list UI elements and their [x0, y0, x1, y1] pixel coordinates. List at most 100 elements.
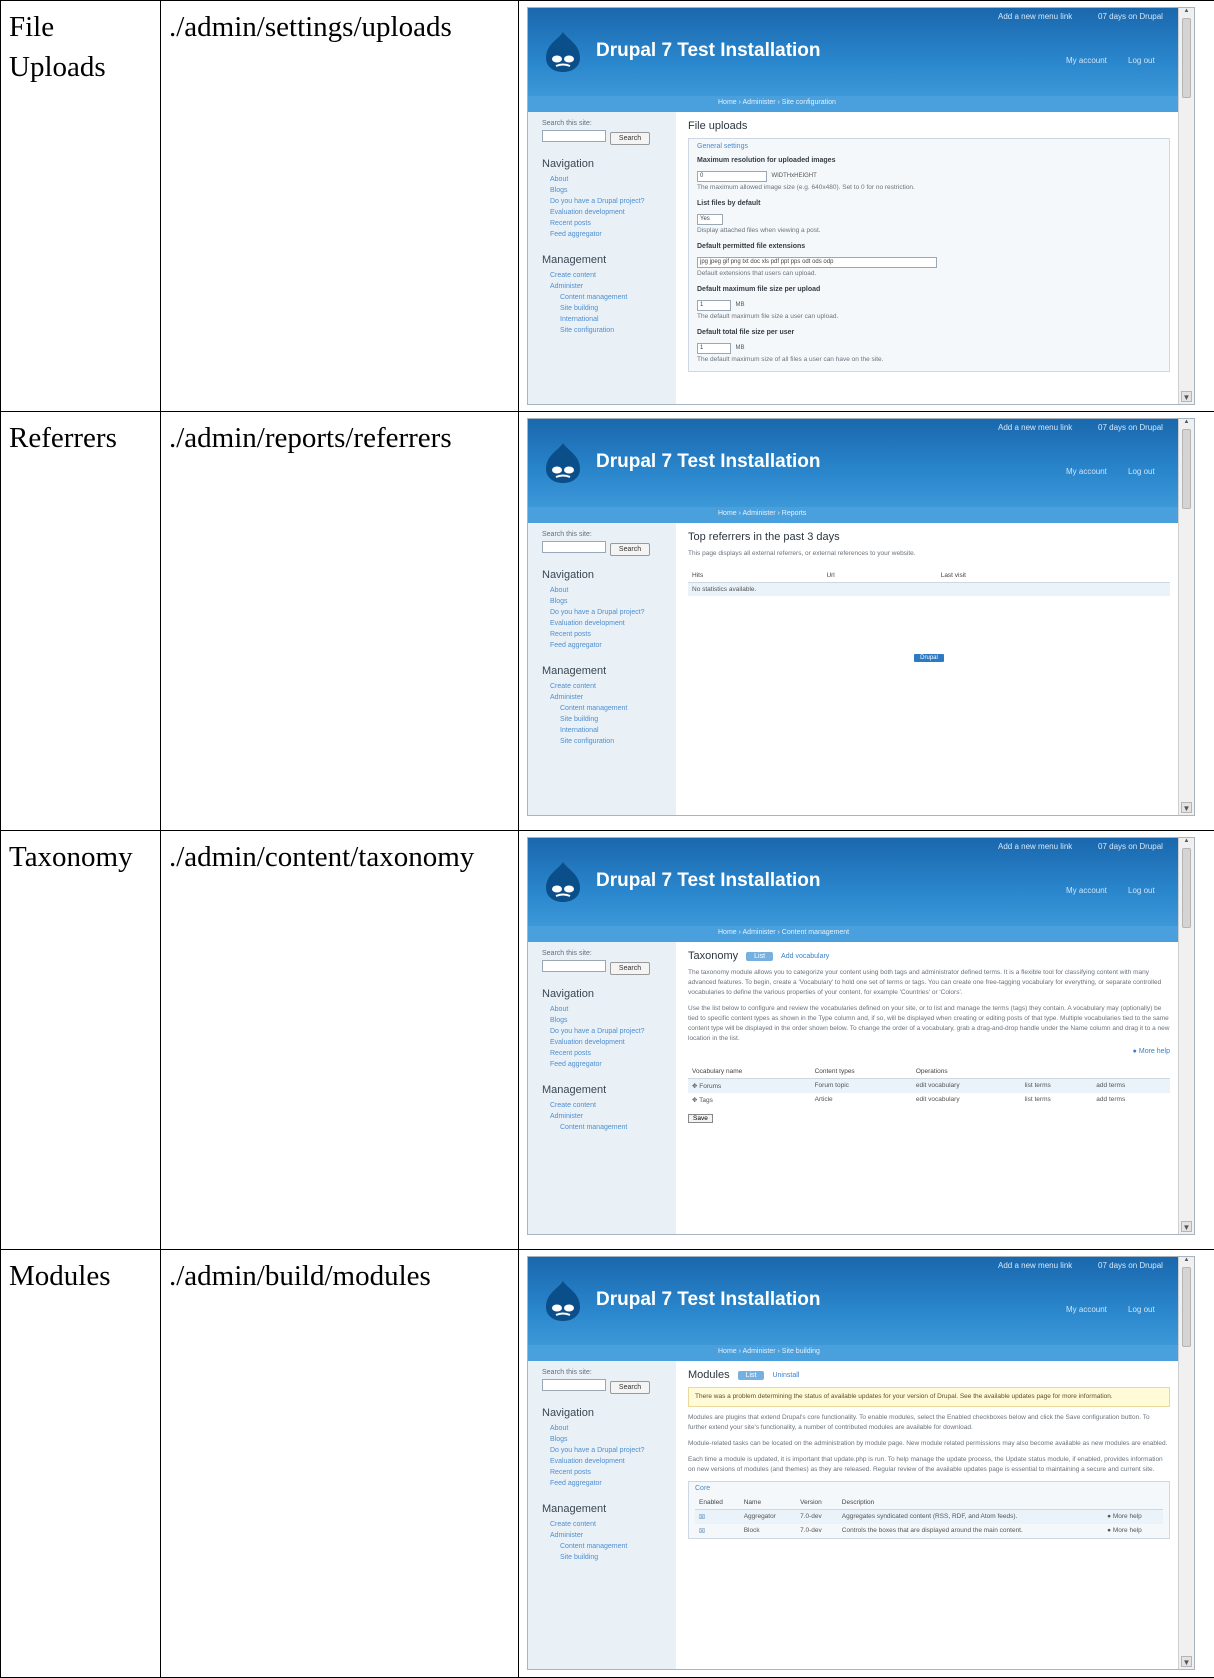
edit-vocabulary-link[interactable]: edit vocabulary [912, 1079, 1021, 1094]
tab-list[interactable]: List [746, 952, 773, 961]
my-account-link[interactable]: My account [1066, 467, 1107, 476]
enabled-checkbox[interactable]: ☒ [699, 1514, 705, 1521]
mgmt-item[interactable]: Site building [542, 1552, 676, 1563]
mgmt-item[interactable]: Content management [542, 1541, 676, 1552]
list-files-select[interactable]: Yes [697, 214, 723, 225]
nav-item[interactable]: Recent posts [542, 1467, 676, 1478]
scroll-thumb[interactable] [1182, 848, 1191, 928]
fieldset-legend[interactable]: General settings [697, 143, 1161, 150]
max-size-input[interactable]: 1 [697, 300, 731, 311]
nav-item[interactable]: Feed aggregator [542, 1059, 676, 1070]
header-link[interactable]: Add a new menu link [998, 423, 1072, 432]
fieldset-legend[interactable]: Core [695, 1485, 1163, 1492]
log-out-link[interactable]: Log out [1128, 56, 1155, 65]
total-size-input[interactable]: 1 [697, 343, 731, 354]
nav-item[interactable]: Blogs [542, 185, 676, 196]
site-name[interactable]: Drupal 7 Test Installation [596, 870, 821, 892]
header-link[interactable]: Add a new menu link [998, 12, 1072, 21]
scroll-thumb[interactable] [1182, 18, 1191, 98]
nav-item[interactable]: Do you have a Drupal project? [542, 607, 676, 618]
scroll-down-icon[interactable]: ▼ [1181, 1656, 1192, 1667]
scroll-down-icon[interactable]: ▼ [1181, 1221, 1192, 1232]
drupal-badge[interactable]: Drupal [914, 654, 944, 662]
my-account-link[interactable]: My account [1066, 886, 1107, 895]
nav-item[interactable]: Feed aggregator [542, 640, 676, 651]
search-button[interactable]: Search [610, 132, 650, 145]
column-header[interactable]: Last visit [937, 569, 1170, 583]
scroll-down-icon[interactable]: ▼ [1181, 802, 1192, 813]
drag-handle-icon[interactable]: ✥ [692, 1097, 697, 1104]
nav-item[interactable]: Do you have a Drupal project? [542, 1445, 676, 1456]
nav-item[interactable]: Do you have a Drupal project? [542, 1026, 676, 1037]
nav-item[interactable]: About [542, 1423, 676, 1434]
scroll-thumb[interactable] [1182, 1267, 1191, 1347]
list-terms-link[interactable]: list terms [1021, 1079, 1093, 1094]
search-input[interactable] [542, 960, 606, 972]
mgmt-item[interactable]: Content management [542, 292, 676, 303]
scroll-down-icon[interactable]: ▼ [1181, 391, 1192, 402]
breadcrumb[interactable]: Home › Administer › Site configuration [528, 96, 1180, 112]
mgmt-item[interactable]: Content management [542, 703, 676, 714]
mgmt-item[interactable]: Site building [542, 303, 676, 314]
column-header[interactable]: Hits [688, 569, 822, 583]
scrollbar[interactable]: ▲▼ [1178, 419, 1194, 815]
nav-item[interactable]: Recent posts [542, 218, 676, 229]
mgmt-item[interactable]: Create content [542, 270, 676, 281]
scroll-thumb[interactable] [1182, 429, 1191, 509]
nav-item[interactable]: About [542, 174, 676, 185]
log-out-link[interactable]: Log out [1128, 1305, 1155, 1314]
drag-handle-icon[interactable]: ✥ [692, 1083, 697, 1090]
list-terms-link[interactable]: list terms [1021, 1093, 1093, 1107]
search-input[interactable] [542, 1379, 606, 1391]
site-name[interactable]: Drupal 7 Test Installation [596, 451, 821, 473]
nav-item[interactable]: Evaluation development [542, 207, 676, 218]
resolution-input[interactable]: 0 [697, 171, 767, 182]
header-link[interactable]: 07 days on Drupal [1098, 842, 1163, 851]
scrollbar[interactable]: ▲▼ [1178, 1257, 1194, 1669]
nav-item[interactable]: Evaluation development [542, 618, 676, 629]
header-link[interactable]: Add a new menu link [998, 1261, 1072, 1270]
mgmt-item[interactable]: International [542, 314, 676, 325]
nav-item[interactable]: Recent posts [542, 629, 676, 640]
site-name[interactable]: Drupal 7 Test Installation [596, 40, 821, 62]
tab-add-vocabulary[interactable]: Add vocabulary [781, 953, 829, 960]
breadcrumb[interactable]: Home › Administer › Content management [528, 926, 1180, 942]
mgmt-item[interactable]: Administer [542, 1530, 676, 1541]
search-button[interactable]: Search [610, 962, 650, 975]
mgmt-item[interactable]: Administer [542, 281, 676, 292]
nav-item[interactable]: Evaluation development [542, 1037, 676, 1048]
scroll-up-icon[interactable]: ▲ [1181, 419, 1192, 425]
header-link[interactable]: 07 days on Drupal [1098, 1261, 1163, 1270]
mgmt-item[interactable]: Site configuration [542, 325, 676, 336]
nav-item[interactable]: Blogs [542, 1015, 676, 1026]
tab-uninstall[interactable]: Uninstall [772, 1372, 799, 1379]
nav-item[interactable]: Do you have a Drupal project? [542, 196, 676, 207]
mgmt-item[interactable]: Administer [542, 1111, 676, 1122]
mgmt-item[interactable]: Administer [542, 692, 676, 703]
mgmt-item[interactable]: Create content [542, 681, 676, 692]
add-terms-link[interactable]: add terms [1092, 1093, 1170, 1107]
scrollbar[interactable]: ▲▼ [1178, 8, 1194, 404]
mgmt-item[interactable]: Site configuration [542, 736, 676, 747]
save-button[interactable]: Save [688, 1114, 713, 1123]
extensions-input[interactable]: jpg jpeg gif png txt doc xls pdf ppt pps… [697, 257, 937, 268]
nav-item[interactable]: About [542, 585, 676, 596]
scrollbar[interactable]: ▲▼ [1178, 838, 1194, 1234]
search-button[interactable]: Search [610, 543, 650, 556]
my-account-link[interactable]: My account [1066, 1305, 1107, 1314]
mgmt-item[interactable]: Create content [542, 1100, 676, 1111]
header-link[interactable]: Add a new menu link [998, 842, 1072, 851]
nav-item[interactable]: Evaluation development [542, 1456, 676, 1467]
mgmt-item[interactable]: Create content [542, 1519, 676, 1530]
site-name[interactable]: Drupal 7 Test Installation [596, 1289, 821, 1311]
header-link[interactable]: 07 days on Drupal [1098, 12, 1163, 21]
column-header[interactable]: Url [822, 569, 936, 583]
nav-item[interactable]: Feed aggregator [542, 229, 676, 240]
search-input[interactable] [542, 541, 606, 553]
add-terms-link[interactable]: add terms [1092, 1079, 1170, 1094]
more-help-link[interactable]: ● More help [1103, 1524, 1163, 1538]
log-out-link[interactable]: Log out [1128, 886, 1155, 895]
enabled-checkbox[interactable]: ☒ [699, 1528, 705, 1535]
more-help-link[interactable]: ● More help [1103, 1510, 1163, 1525]
nav-item[interactable]: Recent posts [542, 1048, 676, 1059]
